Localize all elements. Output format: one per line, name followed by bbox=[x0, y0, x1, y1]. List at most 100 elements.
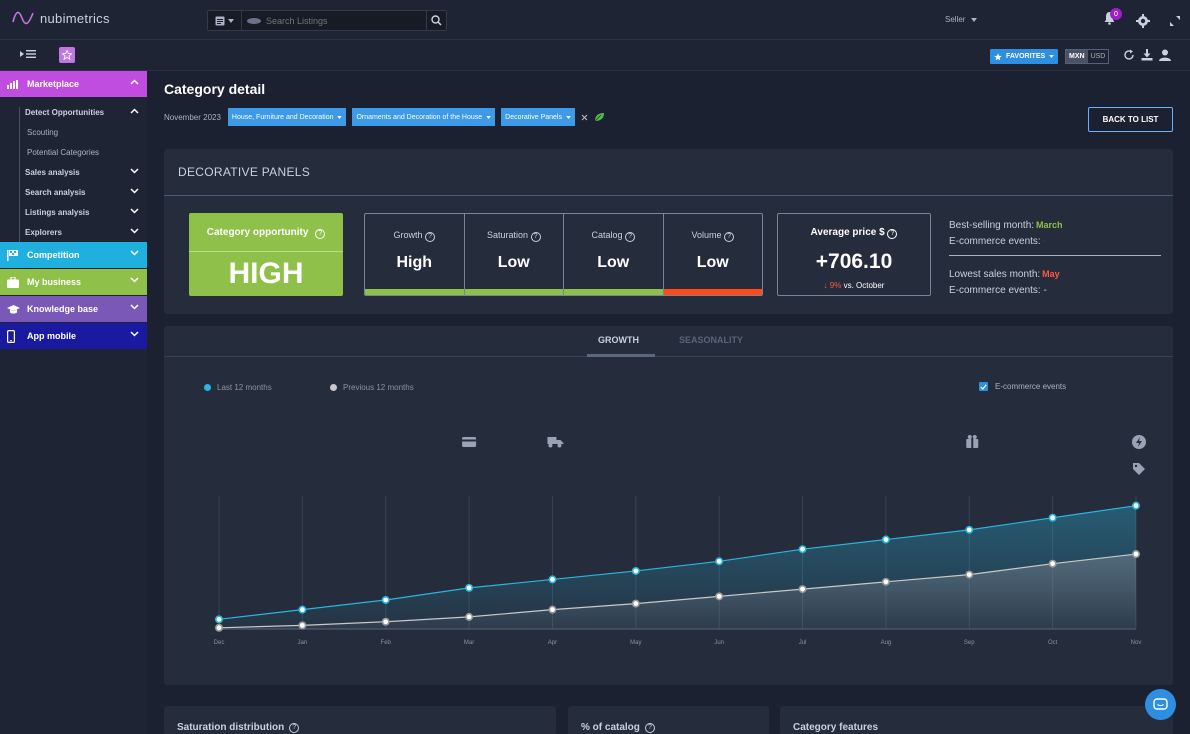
sidebar-item-app-mobile[interactable]: App mobile bbox=[0, 323, 147, 349]
sidebar-group-sales-analysis[interactable]: Sales analysis bbox=[0, 162, 147, 182]
sidebar-item-competition[interactable]: Competition bbox=[0, 242, 147, 268]
sidebar-item-scouting[interactable]: Scouting bbox=[0, 122, 147, 142]
sidebar-item-potential-categories[interactable]: Potential Categories bbox=[0, 142, 147, 162]
seller-label: Seller bbox=[945, 15, 966, 24]
x-tick-label: Nov bbox=[1131, 640, 1142, 646]
data-point-last-12-months[interactable] bbox=[881, 535, 890, 544]
data-point-previous-12-months[interactable] bbox=[214, 623, 223, 632]
logo-text: nubimetrics bbox=[40, 10, 110, 26]
favorites-dropdown[interactable]: FAVORITES bbox=[990, 49, 1059, 64]
data-point-previous-12-months[interactable] bbox=[548, 605, 557, 614]
back-to-list-button[interactable]: BACK TO LIST bbox=[1088, 107, 1173, 132]
x-tick-label: Dec bbox=[214, 640, 225, 646]
sidebar-item-marketplace[interactable]: Marketplace bbox=[0, 71, 147, 97]
divider bbox=[949, 255, 1161, 256]
help-icon[interactable]: ? bbox=[644, 722, 655, 733]
data-point-last-12-months[interactable] bbox=[298, 605, 307, 614]
breadcrumb-chip-level2[interactable]: Ornaments and Decoration of the House bbox=[352, 108, 496, 126]
data-point-last-12-months[interactable] bbox=[1131, 501, 1140, 510]
handshake-icon bbox=[247, 17, 261, 24]
data-point-last-12-months[interactable] bbox=[381, 595, 390, 604]
search-icon bbox=[431, 15, 442, 26]
data-point-previous-12-months[interactable] bbox=[715, 592, 724, 601]
theme-toggle-icon[interactable] bbox=[1136, 13, 1150, 28]
data-point-previous-12-months[interactable] bbox=[298, 621, 307, 630]
expand-icon[interactable] bbox=[1170, 15, 1180, 26]
data-point-last-12-months[interactable] bbox=[798, 545, 807, 554]
delivery-truck-icon[interactable] bbox=[547, 437, 564, 448]
sidebar-label: Marketplace bbox=[27, 79, 80, 89]
search-button[interactable] bbox=[426, 11, 446, 30]
metric-volume: Volume ? Low bbox=[663, 214, 762, 295]
x-tick-label: Aug bbox=[881, 640, 892, 646]
info-label: E-commerce events: bbox=[949, 284, 1041, 296]
sidebar-group-explorers[interactable]: Explorers bbox=[0, 222, 147, 242]
data-point-last-12-months[interactable] bbox=[1048, 513, 1057, 522]
help-icon[interactable]: ? bbox=[425, 231, 436, 242]
data-point-last-12-months[interactable] bbox=[465, 583, 474, 592]
logo[interactable]: nubimetrics bbox=[12, 10, 110, 26]
x-tick-label: Sep bbox=[964, 640, 975, 646]
data-point-previous-12-months[interactable] bbox=[1048, 559, 1057, 568]
sidebar-label: Knowledge base bbox=[27, 304, 99, 314]
x-tick-label: Jul bbox=[799, 640, 807, 646]
sidebar-group-search-analysis[interactable]: Search analysis bbox=[0, 182, 147, 202]
metric-value: Low bbox=[597, 254, 630, 271]
info-label: Lowest sales month: bbox=[949, 268, 1041, 280]
help-icon[interactable]: ? bbox=[530, 231, 541, 242]
sidebar-group-detect-opportunities[interactable]: Detect Opportunities bbox=[0, 102, 147, 122]
data-point-previous-12-months[interactable] bbox=[965, 570, 974, 579]
data-point-previous-12-months[interactable] bbox=[631, 599, 640, 608]
sidebar-item-my-business[interactable]: My business bbox=[0, 269, 147, 295]
sidebar-item-knowledge-base[interactable]: Knowledge base bbox=[0, 296, 147, 322]
metric-label-text: Catalog bbox=[591, 230, 623, 240]
data-point-previous-12-months[interactable] bbox=[381, 617, 390, 626]
data-point-previous-12-months[interactable] bbox=[1131, 550, 1140, 559]
credit-card-icon[interactable] bbox=[462, 437, 477, 447]
chevron-down-icon bbox=[130, 331, 139, 337]
lowest-sales-month: Lowest sales month: May bbox=[949, 266, 1161, 282]
seller-dropdown[interactable]: Seller bbox=[945, 15, 977, 24]
favorite-star-button[interactable] bbox=[59, 47, 75, 63]
chat-support-button[interactable] bbox=[1145, 689, 1176, 720]
collapse-sidebar-icon[interactable] bbox=[20, 49, 36, 59]
data-point-last-12-months[interactable] bbox=[715, 557, 724, 566]
close-icon[interactable] bbox=[581, 114, 588, 121]
breadcrumb-chip-level1[interactable]: House, Furniture and Decoration bbox=[227, 108, 347, 126]
chevron-down-icon bbox=[130, 304, 139, 310]
download-icon[interactable] bbox=[1141, 49, 1153, 61]
mobile-phone-icon bbox=[7, 329, 15, 343]
data-point-last-12-months[interactable] bbox=[214, 615, 223, 624]
currency-usd[interactable]: USD bbox=[1088, 50, 1109, 63]
list-icon bbox=[215, 16, 225, 25]
tag-icon[interactable] bbox=[1133, 463, 1145, 475]
data-point-last-12-months[interactable] bbox=[631, 566, 640, 575]
metric-bar bbox=[663, 289, 762, 295]
search-type-dropdown[interactable] bbox=[208, 11, 242, 30]
help-icon[interactable]: ? bbox=[289, 722, 300, 733]
refresh-icon[interactable] bbox=[1123, 49, 1135, 61]
notification-badge: 0 bbox=[1110, 8, 1122, 20]
data-point-previous-12-months[interactable] bbox=[798, 585, 807, 594]
chevron-up-icon bbox=[130, 79, 139, 85]
data-point-previous-12-months[interactable] bbox=[465, 612, 474, 621]
user-icon[interactable] bbox=[1159, 49, 1171, 61]
delta-text: vs. October bbox=[843, 281, 885, 290]
metric-value: Low bbox=[696, 254, 729, 271]
help-icon[interactable]: ? bbox=[887, 228, 898, 239]
currency-mxn[interactable]: MXN bbox=[1066, 50, 1088, 63]
data-point-last-12-months[interactable] bbox=[965, 525, 974, 534]
flag-icon bbox=[7, 249, 18, 261]
notifications-button[interactable]: 0 bbox=[1103, 8, 1122, 30]
sub-bar: FAVORITES MXN USD bbox=[0, 40, 1190, 71]
sidebar-group-listings-analysis[interactable]: Listings analysis bbox=[0, 202, 147, 222]
help-icon[interactable]: ? bbox=[315, 228, 326, 239]
gift-icon[interactable] bbox=[966, 435, 979, 448]
flash-icon[interactable] bbox=[1132, 435, 1146, 449]
search-input[interactable] bbox=[262, 11, 426, 30]
breadcrumb-chip-level3[interactable]: Decorative Panels bbox=[501, 108, 575, 126]
help-icon[interactable]: ? bbox=[625, 231, 636, 242]
help-icon[interactable]: ? bbox=[724, 231, 735, 242]
data-point-last-12-months[interactable] bbox=[548, 575, 557, 584]
data-point-previous-12-months[interactable] bbox=[881, 577, 890, 586]
